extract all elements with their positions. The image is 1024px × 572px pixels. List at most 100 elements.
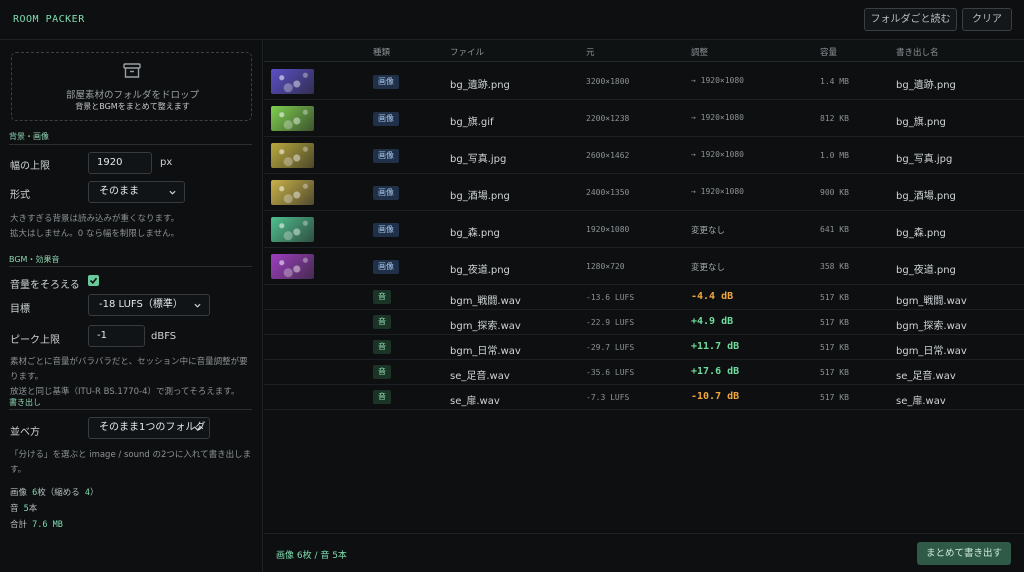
file-name: bg_旗.gif (450, 117, 494, 128)
file-name: bg_夜道.png (450, 265, 510, 276)
image-thumbnail (271, 143, 314, 168)
gain-adjust: -4.4 dB (691, 291, 734, 302)
file-name: bgm_戦闘.wav (450, 296, 521, 307)
file-size: 358 KB (820, 262, 849, 271)
audio-note: 素材ごとに音量がバラバラだと、セッション中に音量調整が要ります。 放送と同じ基準… (10, 355, 255, 400)
file-size: 517 KB (820, 293, 849, 302)
clear-button[interactable]: クリア (962, 8, 1012, 31)
file-table: 種類 ファイル 元 調整 容量 書き出し名 画像 bg_遺跡.png 3200×18… (264, 40, 1024, 572)
file-name: se_足音.wav (450, 371, 510, 382)
peak-limit-input[interactable]: -1 (88, 325, 145, 347)
kind-badge: 音 (373, 390, 391, 404)
max-width-label: 幅の上限 (10, 161, 50, 172)
adjust-value: → 1920×1080 (691, 187, 744, 196)
gain-adjust: +4.9 dB (691, 316, 734, 327)
chevron-down-icon (194, 426, 201, 431)
target-label: 目標 (10, 304, 30, 315)
file-size: 517 KB (820, 393, 849, 402)
table-row[interactable]: 画像 bg_写真.jpg 2600×1462 → 1920×1080 1.0 MB bg_… (264, 137, 1024, 174)
table-row[interactable]: 音 se_足音.wav -35.6 LUFS +17.6 dB 517 KB se_足音.… (264, 360, 1024, 385)
kind-badge: 画像 (373, 149, 399, 163)
file-name: bgm_日常.wav (450, 346, 521, 357)
table-row[interactable]: 画像 bg_旗.gif 2200×1238 → 1920×1080 812 KB bg_旗… (264, 100, 1024, 137)
order-label: 並べ方 (10, 427, 40, 438)
dropzone-sub-text: 背景とBGMをまとめて整えます (75, 102, 190, 111)
table-row[interactable]: 音 se_扉.wav -7.3 LUFS -10.7 dB 517 KB se_扉.wav (264, 385, 1024, 410)
column-header-size[interactable]: 容量 (820, 46, 837, 58)
original-loudness: -22.9 LUFS (586, 318, 635, 327)
table-row[interactable]: 画像 bg_森.png 1920×1080 変更なし 641 KB bg_森.png (264, 211, 1024, 248)
original-dimensions: 3200×1800 (586, 77, 630, 86)
adjust-value: 変更なし (691, 226, 726, 236)
audio-note-line: 放送と同じ基準（ITU-R BS.1770-4）で測ってそろえます。 (10, 387, 240, 397)
normalize-checkbox[interactable] (88, 275, 99, 286)
summary-sounds: 音 5本 (10, 504, 38, 514)
file-name: bgm_探索.wav (450, 321, 521, 332)
original-dimensions: 2600×1462 (586, 151, 630, 160)
table-row[interactable]: 音 bgm_戦闘.wav -13.6 LUFS -4.4 dB 517 KB bgm_戦闘… (264, 285, 1024, 310)
section-divider (9, 266, 252, 267)
kind-badge: 画像 (373, 260, 399, 274)
column-header-original[interactable]: 元 (586, 46, 595, 58)
chevron-down-icon (169, 190, 176, 195)
table-header: 種類 ファイル 元 調整 容量 書き出し名 (264, 40, 1024, 62)
kind-badge: 画像 (373, 75, 399, 89)
output-name: bg_夜道.png (896, 265, 956, 276)
file-size: 641 KB (820, 225, 849, 234)
export-order-select[interactable]: そのまま1つのフォルダ (88, 417, 210, 439)
audio-note-line: 素材ごとに音量がバラバラだと、セッション中に音量調整が要ります。 (10, 357, 248, 382)
column-header-file[interactable]: ファイル (450, 46, 484, 58)
max-width-input[interactable]: 1920 (88, 152, 152, 174)
adjust-value: → 1920×1080 (691, 113, 744, 122)
output-name: bg_酒場.png (896, 191, 956, 202)
image-thumbnail (271, 69, 314, 94)
dropzone-main-text: 部屋素材のフォルダをドロップ (65, 90, 199, 101)
output-name: bgm_探索.wav (896, 321, 967, 332)
kind-badge: 音 (373, 290, 391, 304)
app-title: ROOM PACKER (13, 14, 85, 25)
top-bar: ROOM PACKER フォルダごと読む クリア (0, 0, 1024, 40)
file-name: bg_写真.jpg (450, 154, 507, 165)
chevron-down-icon (194, 303, 201, 308)
original-loudness: -35.6 LUFS (586, 368, 635, 377)
kind-badge: 音 (373, 315, 391, 329)
table-row[interactable]: 画像 bg_酒場.png 2400×1350 → 1920×1080 900 KB bg_… (264, 174, 1024, 211)
box-icon (123, 63, 141, 78)
target-select-value: -18 LUFS（標準） (99, 299, 183, 310)
folder-dropzone[interactable]: 部屋素材のフォルダをドロップ 背景とBGMをまとめて整えます (11, 52, 252, 121)
summary-total: 合計 7.6 MB (10, 520, 63, 530)
section-title-audio: BGM・効果音 (9, 255, 60, 264)
output-name: bg_旗.png (896, 117, 946, 128)
gain-adjust: -10.7 dB (691, 391, 740, 402)
original-dimensions: 1280×720 (586, 262, 625, 271)
table-row[interactable]: 音 bgm_探索.wav -22.9 LUFS +4.9 dB 517 KB bgm_探索… (264, 310, 1024, 335)
format-select-value: そのまま (99, 186, 139, 197)
original-loudness: -7.3 LUFS (586, 393, 630, 402)
table-row[interactable]: 音 bgm_日常.wav -29.7 LUFS +11.7 dB 517 KB bgm_日… (264, 335, 1024, 360)
format-select[interactable]: そのまま (88, 181, 185, 203)
adjust-value: → 1920×1080 (691, 76, 744, 85)
footer-count: 画像 6枚 / 音 5本 (276, 551, 347, 561)
load-folder-button[interactable]: フォルダごと読む (864, 8, 957, 31)
output-name: bgm_日常.wav (896, 346, 967, 357)
peak-limit-unit: dBFS (151, 331, 177, 342)
adjust-value: 変更なし (691, 263, 726, 273)
target-loudness-select[interactable]: -18 LUFS（標準） (88, 294, 210, 316)
column-header-adjust[interactable]: 調整 (691, 46, 708, 58)
section-title-background: 背景・画像 (9, 132, 49, 141)
original-dimensions: 2400×1350 (586, 188, 630, 197)
file-size: 1.0 MB (820, 151, 849, 160)
order-select-value: そのまま1つのフォルダ (99, 422, 206, 433)
file-name: bg_酒場.png (450, 191, 510, 202)
image-thumbnail (271, 254, 314, 279)
file-size: 900 KB (820, 188, 849, 197)
image-thumbnail (271, 106, 314, 131)
column-header-kind[interactable]: 種類 (373, 46, 390, 58)
footer-bar: 画像 6枚 / 音 5本 まとめて書き出す (264, 533, 1024, 572)
table-row[interactable]: 画像 bg_遺跡.png 3200×1800 → 1920×1080 1.4 MB bg_… (264, 63, 1024, 100)
kind-badge: 音 (373, 340, 391, 354)
column-header-output[interactable]: 書き出し名 (896, 46, 939, 58)
export-all-button[interactable]: まとめて書き出す (917, 542, 1011, 565)
table-row[interactable]: 画像 bg_夜道.png 1280×720 変更なし 358 KB bg_夜道.png (264, 248, 1024, 285)
file-size: 1.4 MB (820, 77, 849, 86)
